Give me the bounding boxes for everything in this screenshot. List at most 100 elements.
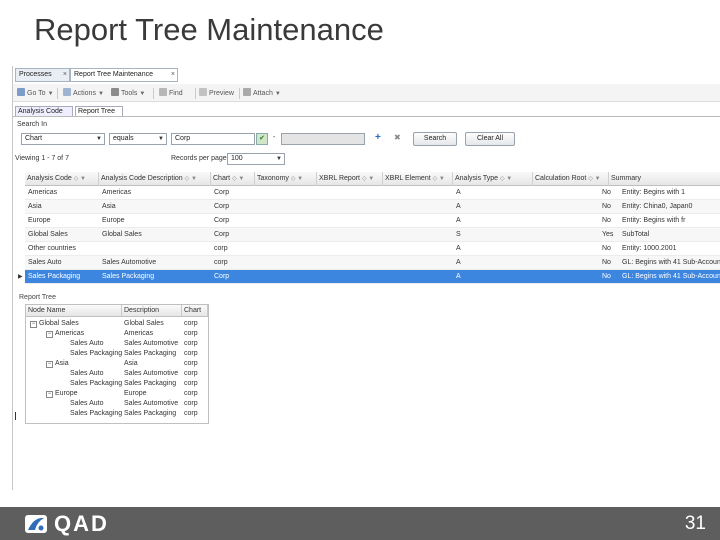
search-in-label: Search In: [17, 121, 47, 128]
table-row-selected[interactable]: Sales Packaging Sales Packaging Corp A N…: [25, 270, 720, 284]
node-name: Sales Packaging: [70, 410, 123, 417]
node-name: Sales Packaging: [70, 380, 123, 387]
tree-node[interactable]: − Americas Americas corp: [26, 329, 208, 339]
sort-icon: ◇ ▼: [290, 176, 304, 182]
collapse-icon[interactable]: −: [46, 391, 53, 398]
tools-label: Tools: [121, 90, 138, 97]
node-name: Sales Auto: [70, 340, 104, 347]
tab-processes[interactable]: Processes ×: [15, 68, 70, 82]
cell-analysis-type: A: [456, 245, 461, 252]
node-chart: corp: [184, 410, 198, 417]
column-header[interactable]: XBRL Report ◇ ▼: [317, 172, 383, 186]
operator-select[interactable]: equals ▼: [109, 133, 167, 145]
close-icon[interactable]: ×: [63, 69, 67, 81]
collapse-icon[interactable]: −: [46, 361, 53, 368]
node-description: Europe: [124, 390, 147, 397]
column-label: Analysis Code Description: [101, 175, 183, 182]
actions-icon: [63, 88, 71, 96]
remove-criteria-icon[interactable]: ✖: [394, 133, 401, 142]
cell-description: Sales Automotive: [102, 259, 157, 266]
cell-chart: corp: [214, 259, 228, 266]
cell-code: Other countries: [28, 245, 76, 252]
find-label: Find: [169, 90, 183, 97]
column-header[interactable]: Description: [122, 305, 182, 317]
table-row[interactable]: Americas Americas Corp A No Entity: Begi…: [25, 186, 720, 200]
records-per-page-value: 100: [231, 155, 243, 162]
node-chart: corp: [184, 350, 198, 357]
collapse-icon[interactable]: −: [30, 321, 37, 328]
find-button[interactable]: Find: [159, 88, 183, 99]
table-row[interactable]: Asia Asia Corp A No Entity: China0, Japa…: [25, 200, 720, 214]
records-per-page-label: Records per page:: [171, 155, 229, 162]
tree-node[interactable]: Sales Auto Sales Automotive corp: [26, 339, 208, 349]
node-description: Sales Automotive: [124, 340, 179, 347]
sort-icon: ◇ ▼: [432, 176, 445, 182]
close-icon[interactable]: ×: [171, 69, 175, 81]
node-name: Sales Packaging: [70, 350, 123, 357]
column-label: Analysis Code: [27, 175, 72, 182]
cell-code: Sales Auto: [28, 259, 62, 266]
chevron-down-icon: ▼: [274, 91, 281, 97]
tab-report-tree-maintenance[interactable]: Report Tree Maintenance ×: [70, 68, 178, 82]
table-row[interactable]: Global Sales Global Sales Corp S Yes Sub…: [25, 228, 720, 242]
column-label: Taxonomy: [257, 175, 289, 182]
preview-button[interactable]: Preview: [199, 88, 234, 99]
cell-code: Sales Packaging: [28, 273, 81, 280]
tree-node[interactable]: Sales Packaging Sales Packaging corp: [26, 379, 208, 389]
actions-menu[interactable]: Actions ▼: [63, 88, 104, 99]
records-per-page-select[interactable]: 100 ▼: [227, 153, 285, 165]
add-criteria-icon[interactable]: +: [375, 132, 381, 143]
tree-node[interactable]: Sales Packaging Sales Packaging corp: [26, 349, 208, 359]
table-row[interactable]: Other countries corp A No Entity: 1000.2…: [25, 242, 720, 256]
node-name: Sales Auto: [70, 400, 104, 407]
table-row[interactable]: Europe Europe Corp A No Entity: Begins w…: [25, 214, 720, 228]
attach-menu[interactable]: Attach ▼: [243, 88, 281, 99]
search-to-input[interactable]: [281, 133, 365, 145]
tree-node[interactable]: − Global Sales Global Sales corp: [26, 319, 208, 329]
cell-summary: Entity: Begins with fr: [622, 217, 686, 224]
column-header[interactable]: Node Name: [26, 305, 122, 317]
node-chart: corp: [184, 340, 198, 347]
node-name: Americas: [55, 330, 85, 337]
toolbar-divider: [195, 88, 196, 99]
cell-code: Global Sales: [28, 231, 68, 238]
column-header[interactable]: Analysis Code Description ◇ ▼: [99, 172, 211, 186]
cell-description: Europe: [102, 217, 125, 224]
column-header[interactable]: Analysis Type ◇ ▼: [453, 172, 533, 186]
search-field-select[interactable]: Chart ▼: [21, 133, 105, 145]
column-header[interactable]: Calculation Root ◇ ▼: [533, 172, 609, 186]
column-header[interactable]: Summary: [609, 172, 720, 186]
lookup-icon[interactable]: ✔: [256, 133, 268, 145]
column-header[interactable]: Analysis Code ◇ ▼: [25, 172, 99, 186]
clear-all-button[interactable]: Clear All: [465, 132, 515, 146]
node-name: Global Sales: [39, 320, 79, 327]
chevron-down-icon: ▼: [97, 91, 104, 97]
column-header[interactable]: XBRL Element ◇ ▼: [383, 172, 453, 186]
tree-node[interactable]: − Asia Asia corp: [26, 359, 208, 369]
cell-description: [99, 242, 211, 256]
column-header[interactable]: Taxonomy ◇ ▼: [255, 172, 317, 186]
sort-icon: ◇ ▼: [232, 176, 245, 182]
node-description: Sales Automotive: [124, 400, 179, 407]
text-cursor: [15, 412, 16, 420]
tree-node[interactable]: − Europe Europe corp: [26, 389, 208, 399]
tree-node[interactable]: Sales Auto Sales Automotive corp: [26, 399, 208, 409]
chevron-down-icon: ▼: [276, 156, 282, 162]
table-row[interactable]: Sales Auto Sales Automotive corp A No GL…: [25, 256, 720, 270]
collapse-icon[interactable]: −: [46, 331, 53, 338]
node-description: Sales Packaging: [124, 410, 177, 417]
search-button[interactable]: Search: [413, 132, 457, 146]
column-header[interactable]: Chart ◇ ▼: [211, 172, 255, 186]
cell-calculation-root: No: [602, 203, 611, 210]
cell-chart: Corp: [214, 231, 230, 238]
cell-chart: Corp: [214, 273, 230, 280]
toolbar-divider: [153, 88, 154, 99]
report-tree-grid: Node Name Description Chart − Global Sale…: [25, 304, 209, 424]
goto-menu[interactable]: Go To ▼: [17, 88, 54, 99]
tree-node[interactable]: Sales Auto Sales Automotive corp: [26, 369, 208, 379]
tree-node[interactable]: Sales Packaging Sales Packaging corp: [26, 409, 208, 419]
column-header[interactable]: Chart: [182, 305, 208, 317]
search-value-input[interactable]: Corp: [171, 133, 255, 145]
toolbar-divider: [57, 88, 58, 99]
tools-menu[interactable]: Tools ▼: [111, 88, 145, 99]
